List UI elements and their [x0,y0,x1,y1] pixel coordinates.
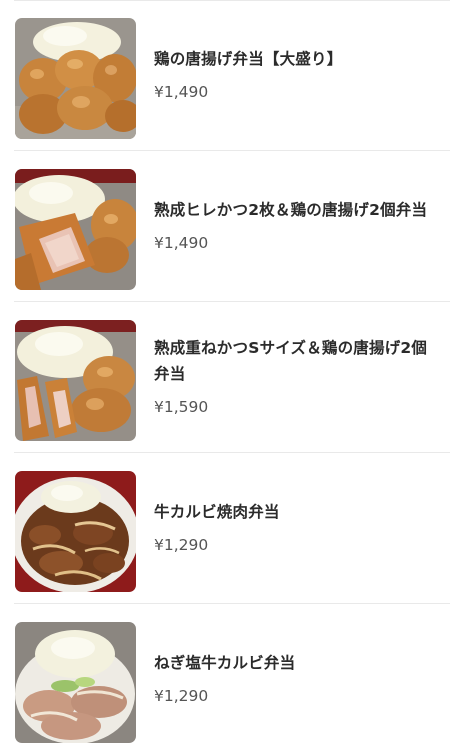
menu-item-price: ¥1,290 [154,536,209,554]
menu-item-info: 鶏の唐揚げ弁当【大盛り】 ¥1,490 [154,0,430,151]
menu-item-price: ¥1,290 [154,687,209,705]
menu-item-hirekatsu-karaage-bento[interactable]: 熟成ヒレかつ2枚＆鶏の唐揚げ2個弁当 ¥1,490 [0,151,450,302]
menu-item-name: 牛カルビ焼肉弁当 [154,503,280,521]
menu-item-negishio-gyu-karubi-bento[interactable]: ねぎ塩牛カルビ弁当 ¥1,290 [0,604,450,755]
menu-item-info: 熟成ヒレかつ2枚＆鶏の唐揚げ2個弁当 ¥1,490 [154,151,430,302]
menu-item-price: ¥1,490 [154,83,209,101]
kasanekatsu-karaage-bento-photo [15,320,136,441]
menu-item-name: 熟成ヒレかつ2枚＆鶏の唐揚げ2個弁当 [154,201,428,219]
menu-item-price: ¥1,590 [154,398,209,416]
hirekatsu-karaage-bento-photo [15,169,136,290]
menu-item-name: 鶏の唐揚げ弁当【大盛り】 [154,50,343,68]
karaage-bento-photo [15,18,136,139]
menu-item-info: ねぎ塩牛カルビ弁当 ¥1,290 [154,604,430,755]
menu-item-kasanekatsu-karaage-bento[interactable]: 熟成重ねかつSサイズ＆鶏の唐揚げ2個弁当 ¥1,590 [0,302,450,453]
menu-item-price: ¥1,490 [154,234,209,252]
menu-item-gyu-karubi-yakiniku-bento[interactable]: 牛カルビ焼肉弁当 ¥1,290 [0,453,450,604]
menu-item-name: 熟成重ねかつSサイズ＆鶏の唐揚げ2個弁当 [154,339,428,383]
menu-item-name: ねぎ塩牛カルビ弁当 [154,654,296,672]
menu-item-info: 牛カルビ焼肉弁当 ¥1,290 [154,453,430,604]
menu-item-info: 熟成重ねかつSサイズ＆鶏の唐揚げ2個弁当 ¥1,590 [154,302,430,453]
negishio-gyu-karubi-bento-photo [15,622,136,743]
menu-item-karaage-bento[interactable]: 鶏の唐揚げ弁当【大盛り】 ¥1,490 [0,0,450,151]
gyu-karubi-yakiniku-bento-photo [15,471,136,592]
